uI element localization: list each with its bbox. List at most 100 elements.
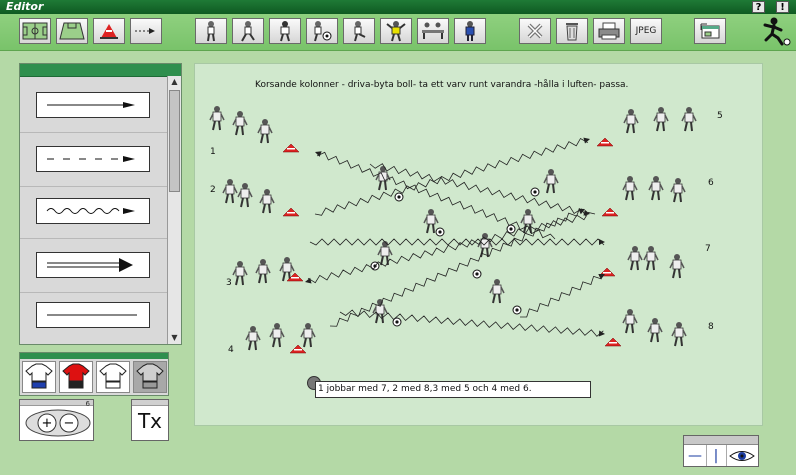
delete-icon	[527, 23, 543, 39]
player-figure	[477, 233, 493, 258]
kit-white-button[interactable]	[96, 361, 130, 393]
goalkeeper-icon	[386, 21, 406, 42]
trash-button[interactable]	[556, 18, 588, 44]
player-figure	[232, 111, 248, 136]
player-figure	[269, 323, 285, 348]
text-tool-button[interactable]: Tx	[131, 399, 169, 441]
player-figure	[671, 322, 687, 347]
alert-button[interactable]: !	[776, 1, 789, 13]
kit-red-button[interactable]	[59, 361, 93, 393]
bench-button[interactable]	[417, 18, 449, 44]
title-bar: Editor ? !	[0, 0, 796, 14]
ball-patch	[397, 195, 401, 199]
scroll-thumb[interactable]	[169, 90, 180, 192]
player-figure	[245, 326, 261, 351]
plain-line-tool[interactable]	[36, 302, 150, 328]
palette-divider	[20, 132, 169, 133]
palette-header	[20, 64, 181, 77]
drill-diagram	[209, 106, 697, 354]
player-3-button[interactable]	[269, 18, 301, 44]
cone-button[interactable]	[93, 18, 125, 44]
scroll-up-icon[interactable]: ▲	[168, 76, 181, 88]
player-figure	[300, 323, 316, 348]
plain-line-icon	[47, 314, 137, 316]
player-figure	[232, 261, 248, 286]
ball-patch	[533, 190, 537, 194]
dribble-path	[329, 208, 580, 327]
wavy-arrow-icon	[46, 208, 135, 214]
player-figure	[377, 241, 393, 266]
help-button[interactable]: ?	[752, 1, 765, 13]
dashed-arrow-line-tool[interactable]	[36, 146, 150, 172]
half-pitch-button[interactable]	[56, 18, 88, 44]
drill-note[interactable]: 1 jobbar med 7, 2 med 8,3 med 5 och 4 me…	[315, 381, 591, 398]
player-icon	[207, 21, 215, 42]
solid-arrow-icon	[47, 102, 135, 108]
eye-button[interactable]	[726, 445, 758, 466]
shirt-blue-shorts-icon	[25, 363, 53, 389]
solid-arrow-line-tool[interactable]	[36, 92, 150, 118]
svg-text:+: +	[42, 416, 53, 431]
palette-divider	[20, 238, 169, 239]
player-1-button[interactable]	[195, 18, 227, 44]
jpeg-label: JPEG	[635, 26, 657, 36]
player-figure	[209, 106, 225, 131]
arrow-line-icon	[135, 28, 155, 34]
player-5-button[interactable]	[343, 18, 375, 44]
dribble-path	[307, 211, 596, 284]
shirt-white-icon	[99, 363, 127, 389]
cone-stripe	[603, 272, 611, 274]
window-title: Editor	[6, 0, 44, 13]
goalkeeper-button[interactable]	[380, 18, 412, 44]
delete-button[interactable]	[519, 18, 551, 44]
player-figure	[543, 169, 559, 194]
full-pitch-button[interactable]	[19, 18, 51, 44]
print-button[interactable]	[593, 18, 625, 44]
ball-patch	[475, 272, 479, 276]
kicking-player-icon	[354, 21, 366, 42]
player-with-ball-button[interactable]	[306, 18, 338, 44]
scroll-down-icon[interactable]: ▼	[168, 332, 181, 344]
coach-icon	[465, 21, 475, 41]
vertical-line-button[interactable]: |	[706, 445, 727, 466]
ball-patch	[438, 230, 442, 234]
ball-patch	[509, 227, 513, 231]
zoom-number: 6	[85, 400, 90, 408]
player-figure	[647, 318, 663, 343]
full-pitch-icon	[22, 22, 48, 40]
cone-icon	[100, 24, 118, 39]
palette-divider	[20, 186, 169, 187]
view-controls-header	[684, 436, 758, 445]
cone-stripe	[606, 212, 614, 214]
player-figure	[372, 299, 388, 324]
player-2-button[interactable]	[232, 18, 264, 44]
bench-icon	[422, 22, 444, 39]
drawing-canvas[interactable]: Korsande kolonner - driva-byta boll- ta …	[194, 63, 763, 426]
cone-stripe	[291, 277, 299, 279]
player-figure	[653, 107, 669, 132]
wavy-arrow-line-tool[interactable]	[36, 198, 150, 224]
jpeg-export-button[interactable]: JPEG	[630, 18, 662, 44]
kit-blue-button[interactable]	[22, 361, 56, 393]
palette-scrollbar[interactable]: ▲ ▼	[167, 76, 181, 344]
player-figure	[237, 183, 253, 208]
line-tool-palette: ▲ ▼	[19, 63, 182, 345]
horizontal-line-button[interactable]: —	[684, 445, 707, 466]
player-figure	[627, 246, 643, 271]
player-figure	[222, 179, 238, 204]
kit-grey-button[interactable]	[133, 361, 167, 393]
arrowhead-icon	[598, 330, 605, 337]
player-figure	[257, 119, 273, 144]
ball-patch	[515, 308, 519, 312]
coach-button[interactable]	[454, 18, 486, 44]
zoom-control: 6 + −	[19, 399, 94, 441]
arrow-line-button[interactable]	[130, 18, 162, 44]
soccer-player-logo-icon	[760, 16, 792, 50]
window-button[interactable]	[694, 18, 726, 44]
kit-selector	[19, 352, 169, 396]
player-figure	[255, 259, 271, 284]
double-arrow-line-tool[interactable]	[36, 252, 150, 278]
text-tool-label: Tx	[137, 409, 163, 433]
zoom-header	[20, 400, 93, 406]
half-pitch-icon	[59, 22, 85, 40]
